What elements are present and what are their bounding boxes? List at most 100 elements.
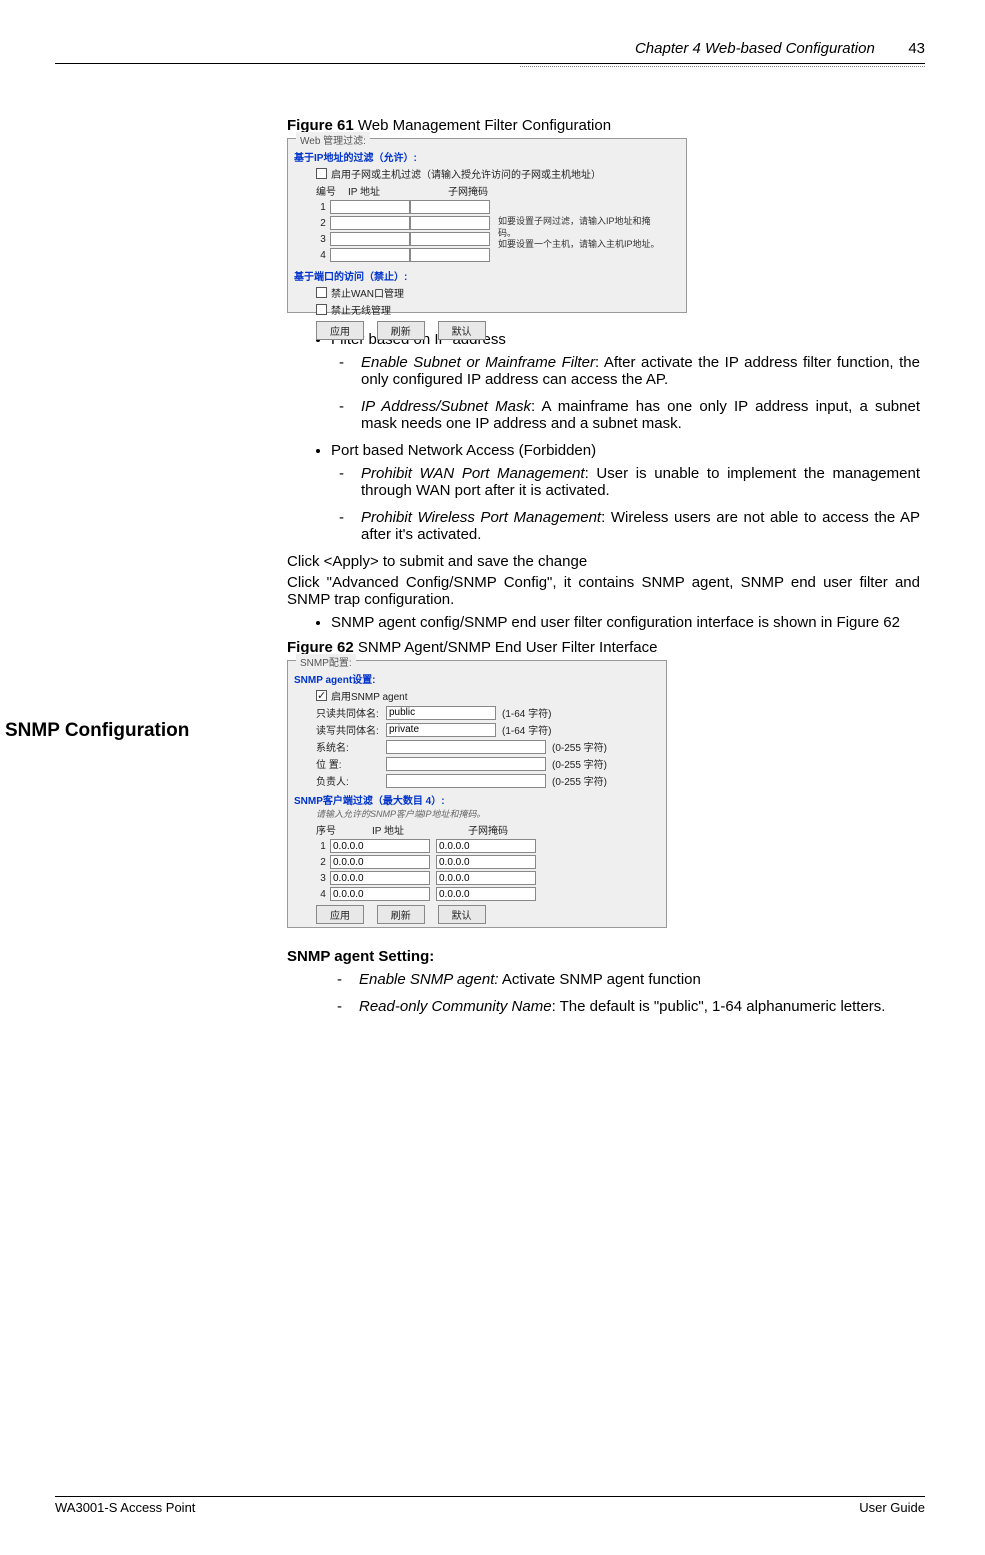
page-number: 43 (897, 40, 925, 57)
figure62-caption: Figure 62 SNMP Agent/SNMP End User Filte… (287, 639, 920, 656)
sysname-input[interactable] (386, 740, 546, 754)
refresh-button[interactable]: 刷新 (377, 321, 425, 340)
row-num: 2 (316, 857, 330, 868)
hint-subnet: 如要设置子网过滤，请输入IP地址和掩码。 (498, 216, 663, 239)
mask-input-2[interactable] (410, 216, 490, 230)
desc: : The default is "public", 1-64 alphanum… (552, 998, 886, 1015)
mask-input-3[interactable] (410, 232, 490, 246)
header-rule (55, 63, 925, 64)
sysname-hint: (0-255 字符) (552, 739, 607, 754)
footer-left: WA3001-S Access Point (55, 1500, 195, 1515)
col-ip: IP 地址 (348, 183, 420, 198)
footer-right: User Guide (859, 1500, 925, 1515)
header-dotted (520, 66, 925, 67)
client-ip-3[interactable] (330, 871, 430, 885)
row-num: 3 (316, 234, 330, 245)
figure62-text: SNMP Agent/SNMP End User Filter Interfac… (354, 639, 658, 656)
apply-button[interactable]: 应用 (316, 905, 364, 924)
client-mask-3[interactable] (436, 871, 536, 885)
default-button[interactable]: 默认 (438, 321, 486, 340)
sysname-label: 系统名: (316, 739, 386, 754)
col-num: 序号 (316, 822, 338, 837)
snmp-config-heading: SNMP Configuration (5, 720, 189, 742)
default-button[interactable]: 默认 (438, 905, 486, 924)
bullet-prohibit-wireless: Prohibit Wireless Port Management: Wirel… (361, 509, 920, 543)
bullet-port-access: Port based Network Access (Forbidden) Pr… (331, 442, 920, 543)
rw-hint: (1-64 字符) (502, 722, 551, 737)
location-hint: (0-255 字符) (552, 756, 607, 771)
snmp-client-hint: 请输入允许的SNMP客户端IP地址和掩码。 (316, 807, 660, 820)
figure61-panel: Web 管理过滤: 基于IP地址的过滤（允许）: 启用子网或主机过滤（请输入授允… (287, 138, 687, 313)
client-ip-2[interactable] (330, 855, 430, 869)
snmp-intro: Click "Advanced Config/SNMP Config", it … (287, 574, 920, 608)
ro-community-input[interactable] (386, 706, 496, 720)
term: Enable Subnet or Mainframe Filter (361, 354, 595, 371)
row-num: 1 (316, 202, 330, 213)
client-mask-4[interactable] (436, 887, 536, 901)
figure62-legend: SNMP配置: (296, 654, 356, 669)
rw-label: 读写共同体名: (316, 722, 386, 737)
ro-hint: (1-64 字符) (502, 705, 551, 720)
footer: WA3001-S Access Point User Guide (55, 1496, 925, 1515)
row-num: 2 (316, 218, 330, 229)
enable-snmp-checkbox[interactable] (316, 690, 327, 701)
desc: Activate SNMP agent function (499, 971, 701, 988)
figure61-caption: Figure 61 Web Management Filter Configur… (287, 117, 920, 134)
col-ip: IP 地址 (338, 822, 438, 837)
mask-input-4[interactable] (410, 248, 490, 262)
prohibit-wlan-checkbox[interactable] (316, 304, 327, 315)
figure62-panel: SNMP配置: SNMP agent设置: 启用SNMP agent 只读共同体… (287, 660, 667, 928)
term: Prohibit Wireless Port Management (361, 509, 601, 526)
enable-subnet-checkbox[interactable] (316, 168, 327, 179)
client-ip-4[interactable] (330, 887, 430, 901)
term: Read-only Community Name (359, 998, 552, 1015)
term: Enable SNMP agent: (359, 971, 499, 988)
term: IP Address/Subnet Mask (361, 398, 531, 415)
mask-input-1[interactable] (410, 200, 490, 214)
bullet-prohibit-wan: Prohibit WAN Port Management: User is un… (361, 465, 920, 499)
refresh-button[interactable]: 刷新 (377, 905, 425, 924)
bullet-ip-subnet-mask: IP Address/Subnet Mask: A mainframe has … (361, 398, 920, 432)
apply-instruction: Click <Apply> to submit and save the cha… (287, 553, 920, 570)
bullet-snmp-interface: SNMP agent config/SNMP end user filter c… (331, 614, 920, 631)
term: Prohibit WAN Port Management (361, 465, 585, 482)
row-num: 4 (316, 889, 330, 900)
contact-label: 负责人: (316, 773, 386, 788)
ip-filter-heading: 基于IP地址的过滤（允许）: (294, 149, 680, 164)
running-header: Chapter 4 Web-based Configuration 43 (55, 40, 925, 57)
figure61-legend: Web 管理过滤: (296, 132, 370, 147)
ip-input-2[interactable] (330, 216, 410, 230)
enable-subnet-label: 启用子网或主机过滤（请输入授允许访问的子网或主机地址） (331, 166, 601, 181)
location-input[interactable] (386, 757, 546, 771)
rw-community-input[interactable] (386, 723, 496, 737)
chapter-title: Chapter 4 Web-based Configuration (635, 40, 875, 57)
enable-snmp-label: 启用SNMP agent (331, 688, 408, 703)
ip-input-3[interactable] (330, 232, 410, 246)
col-num: 编号 (316, 183, 336, 198)
col-mask: 子网掩码 (438, 822, 538, 837)
row-num: 4 (316, 250, 330, 261)
col-mask: 子网掩码 (448, 183, 488, 198)
bullet-enable-subnet: Enable Subnet or Mainframe Filter: After… (361, 354, 920, 388)
row-num: 1 (316, 841, 330, 852)
client-ip-1[interactable] (330, 839, 430, 853)
contact-input[interactable] (386, 774, 546, 788)
prohibit-wan-checkbox[interactable] (316, 287, 327, 298)
hint-host: 如要设置一个主机，请输入主机IP地址。 (498, 239, 663, 251)
ro-label: 只读共同体名: (316, 705, 386, 720)
figure61-text: Web Management Filter Configuration (354, 117, 611, 134)
client-mask-1[interactable] (436, 839, 536, 853)
bullet-ro-community: Read-only Community Name: The default is… (359, 998, 920, 1015)
bullet-enable-snmp: Enable SNMP agent: Activate SNMP agent f… (359, 971, 920, 988)
bullet-port-access-text: Port based Network Access (Forbidden) (331, 442, 596, 459)
ip-input-4[interactable] (330, 248, 410, 262)
contact-hint: (0-255 字符) (552, 773, 607, 788)
location-label: 位 置: (316, 756, 386, 771)
apply-button[interactable]: 应用 (316, 321, 364, 340)
bullet-ip-filter: Filter based on IP address Enable Subnet… (331, 331, 920, 432)
port-filter-heading: 基于端口的访问（禁止）: (294, 268, 680, 283)
prohibit-wan-label: 禁止WAN口管理 (331, 285, 404, 300)
ip-input-1[interactable] (330, 200, 410, 214)
client-mask-2[interactable] (436, 855, 536, 869)
prohibit-wlan-label: 禁止无线管理 (331, 302, 391, 317)
